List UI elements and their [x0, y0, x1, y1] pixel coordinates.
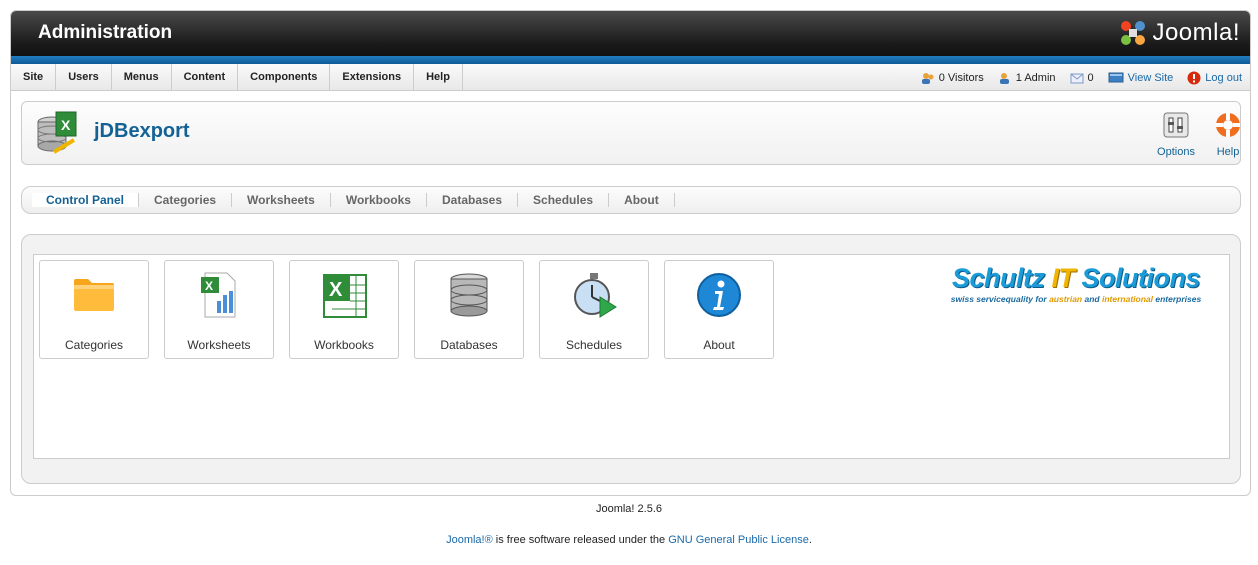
tile-label: Schedules: [565, 338, 623, 352]
jdbexport-logo-icon: X: [34, 110, 80, 161]
tile-worksheets[interactable]: X Worksheets: [164, 260, 274, 359]
license-text: is free software released under the: [492, 534, 669, 546]
view-site-label[interactable]: View Site: [1128, 72, 1174, 84]
brand-logo: Schultz IT Solutions swiss servicequalit…: [931, 263, 1221, 304]
footer-version: Joomla! 2.5.6: [595, 503, 663, 515]
svg-text:X: X: [61, 117, 71, 133]
toolbar: X jDBexport Options Help: [21, 101, 1241, 165]
header: Administration Joomla!: [11, 11, 1250, 56]
tab-schedules[interactable]: Schedules: [518, 193, 610, 207]
joomla-logo-icon: [1121, 21, 1146, 45]
messages-status[interactable]: 0: [1070, 72, 1094, 84]
control-panel: Categories X Worksheets X Workbooks Data…: [33, 254, 1230, 459]
joomla-link[interactable]: Joomla!®: [446, 534, 493, 546]
brand-tagline: swiss servicequality for austrian and in…: [931, 294, 1221, 304]
admins-status: 1 Admin: [998, 72, 1056, 84]
tab-databases[interactable]: Databases: [427, 193, 519, 207]
tab-control-panel[interactable]: Control Panel: [32, 193, 140, 207]
page-title: jDBexport: [94, 120, 190, 142]
users-icon: [921, 72, 934, 84]
options-icon: [1163, 112, 1189, 138]
menu-item-users[interactable]: Users: [56, 64, 112, 91]
blue-bar: [11, 56, 1250, 64]
joomla-logo-text: Joomla!: [1152, 19, 1240, 46]
menu-item-components[interactable]: Components: [238, 64, 331, 91]
tab-worksheets[interactable]: Worksheets: [232, 193, 331, 207]
help-button[interactable]: Help: [1206, 111, 1250, 158]
options-label: Options: [1157, 146, 1195, 158]
logout-label[interactable]: Log out: [1205, 72, 1242, 84]
tile-about[interactable]: About: [664, 260, 774, 359]
control-panel-outer: Categories X Worksheets X Workbooks Data…: [21, 234, 1241, 484]
admin-frame: Administration Joomla! Site Users Menus …: [10, 10, 1251, 496]
menu-item-site[interactable]: Site: [11, 64, 57, 91]
tab-about[interactable]: About: [609, 193, 675, 207]
admin-icon: [999, 72, 1009, 84]
menu-item-content[interactable]: Content: [172, 64, 239, 91]
menu-item-menus[interactable]: Menus: [112, 64, 172, 91]
brand-name-part: Schultz: [951, 263, 1052, 293]
svg-text:X: X: [329, 279, 343, 301]
tile-label: Workbooks: [314, 338, 374, 352]
menu-item-help[interactable]: Help: [414, 64, 463, 91]
menu-item-extensions[interactable]: Extensions: [330, 64, 415, 91]
menubar: Site Users Menus Content Components Exte…: [11, 64, 1250, 91]
admins-count: 1 Admin: [1015, 71, 1056, 84]
tab-categories[interactable]: Categories: [139, 193, 233, 207]
options-button[interactable]: Options: [1154, 111, 1198, 158]
brand-tag-part: and: [1082, 294, 1102, 304]
tile-label: Databases: [440, 338, 498, 352]
stopwatch-icon: [574, 273, 617, 318]
logout-icon: [1187, 71, 1201, 84]
tile-label: Categories: [64, 338, 124, 352]
tile-label: About: [703, 338, 735, 352]
brand-tag-part: swiss servicequality for: [950, 294, 1050, 304]
tile-databases[interactable]: Databases: [414, 260, 524, 359]
tile-workbooks[interactable]: X Workbooks: [289, 260, 399, 359]
monitor-icon: [1108, 72, 1124, 82]
visitors-count: 0 Visitors: [938, 71, 984, 84]
excel-icon: X: [323, 274, 367, 318]
joomla-logo: Joomla!: [1118, 18, 1240, 48]
view-site-link[interactable]: View Site: [1108, 72, 1174, 84]
brand-tag-highlight: austrian: [1049, 294, 1083, 304]
tile-categories[interactable]: Categories: [39, 260, 149, 359]
footer-license: Joomla!® is free software released under…: [0, 534, 1258, 546]
brand-tag-part: enterprises: [1153, 294, 1202, 304]
svg-text:X: X: [205, 279, 213, 293]
brand-tag-highlight: international: [1101, 294, 1153, 304]
worksheet-icon: X: [201, 272, 236, 318]
folder-icon: [74, 279, 114, 311]
submenu: Control Panel Categories Worksheets Work…: [21, 186, 1241, 214]
messages-count: 0: [1087, 71, 1094, 84]
help-label: Help: [1216, 146, 1240, 158]
tile-label: Worksheets: [187, 338, 251, 352]
brand-name: Schultz IT Solutions: [931, 263, 1221, 294]
license-end: .: [808, 534, 812, 546]
gpl-link[interactable]: GNU General Public License: [668, 534, 809, 546]
brand-name-highlight: IT: [1051, 263, 1076, 293]
database-icon: [450, 273, 488, 317]
brand-name-part: Solutions: [1074, 263, 1201, 293]
messages-icon: [1070, 73, 1084, 83]
status-bar: 0 Visitors 1 Admin 0 View Site Log out: [921, 64, 1242, 91]
header-title: Administration: [38, 22, 173, 43]
tab-workbooks[interactable]: Workbooks: [331, 193, 427, 207]
tile-schedules[interactable]: Schedules: [539, 260, 649, 359]
lifebuoy-icon: [1216, 113, 1240, 137]
info-icon: [697, 273, 741, 317]
visitors-status: 0 Visitors: [921, 72, 984, 84]
logout-link[interactable]: Log out: [1187, 71, 1242, 85]
